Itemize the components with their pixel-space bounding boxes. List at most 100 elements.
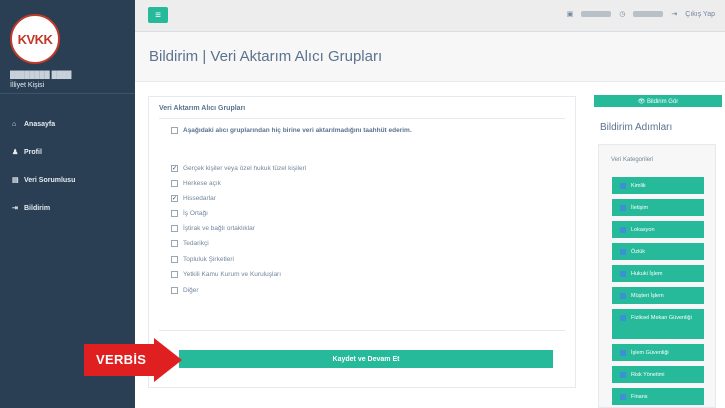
user-name: ████████ ████ [10,72,72,79]
time-redacted [633,11,664,17]
page-title: Bildirim | Veri Aktarım Alıcı Grupları [149,48,383,65]
step-icon [620,349,626,356]
step-label: Lokasyon [631,226,655,233]
option-label: Herkese açık [183,180,221,187]
step-risk-yonetimi[interactable]: Risk Yönetimi [612,366,704,383]
option-label: Diğer [183,287,199,294]
sidebar-item-bildirim[interactable]: ⇥ Bildirim [0,194,135,222]
sidebar-item-label: Anasayfa [24,120,56,128]
checkbox[interactable] [171,240,178,247]
option-row[interactable]: İştirak ve bağlı ortaklıklar [171,225,255,232]
sidebar-item-profil[interactable]: ♟ Profil [0,138,135,166]
declaration-checkbox-row[interactable]: Aşağıdaki alıcı gruplarından hiç birine … [171,127,412,134]
save-and-continue-button[interactable]: Kaydet ve Devam Et [179,350,553,368]
kvkk-logo[interactable]: KVKK [10,14,60,64]
checkbox[interactable] [171,271,178,278]
step-icon [620,182,626,189]
option-label: Tedarikçi [183,240,209,247]
sidebar-item-veri-sorumlusu[interactable]: ▤ Veri Sorumlusu [0,166,135,194]
sidebar-item-label: Veri Sorumlusu [24,176,76,184]
step-icon [620,270,626,277]
sidebar-item-anasayfa[interactable]: ⌂ Anasayfa [0,110,135,138]
option-row[interactable]: İş Ortağı [171,210,208,217]
signin-icon: ⇥ [12,205,18,212]
step-icon [620,371,626,378]
step-label: İşlem Güvenliği [631,349,669,356]
calendar-icon: ▣ [566,11,574,18]
top-nav: ≡ ▣ ◷ ⇥ Çıkış Yap [135,0,725,32]
page-header: Bildirim | Veri Aktarım Alıcı Grupları [135,32,725,82]
date-redacted [581,11,612,17]
step-label: Müşteri İşlem [631,292,664,299]
checkbox[interactable] [171,225,178,232]
logout-icon: ⇥ [671,11,678,18]
steps-title: Bildirim Adımları [600,122,673,133]
option-label: İş Ortağı [183,210,208,217]
step-icon [620,248,626,255]
option-label: Hissedarlar [183,195,216,202]
step-label: Fiziksel Mekan Güvenliği [631,315,692,321]
top-right-info: ▣ ◷ ⇥ Çıkış Yap [566,10,715,19]
step-kimlik[interactable]: Kimlik [612,177,704,194]
declaration-label: Aşağıdaki alıcı gruplarından hiç birine … [183,127,412,134]
checkbox[interactable] [171,256,178,263]
logo-text: KVKK [17,31,53,47]
steps-panel: Veri Kategorileri Kimlik İletişim Lokasy… [598,144,716,408]
step-label: Özlük [631,248,646,255]
checkbox-checked[interactable]: ✓ [171,165,178,172]
option-label: Yetkili Kamu Kurum ve Kuruluşları [183,271,282,278]
option-row[interactable]: Yetkili Kamu Kurum ve Kuruluşları [171,271,281,278]
checkbox[interactable] [171,287,178,294]
panel-divider [159,330,565,331]
user-icon: ♟ [12,149,19,156]
step-hukuki-islem[interactable]: Hukuki İşlem [612,265,704,282]
step-iletisim[interactable]: İletişim [612,199,704,216]
checkbox[interactable] [171,180,178,187]
step-fiziksel-mekan[interactable]: Fiziksel Mekan Güvenliği [612,309,704,339]
panel-divider [159,118,565,119]
step-lokasyon[interactable]: Lokasyon [612,221,704,238]
step-icon [620,226,626,233]
option-row[interactable]: ✓ Hissedarlar [171,195,216,202]
home-icon: ⌂ [12,120,17,128]
menu-toggle-button[interactable]: ≡ [148,7,168,23]
checkbox[interactable] [171,210,178,217]
option-label: Topluluk Şirketleri [183,256,234,263]
verbis-label: VERBİS [96,352,147,367]
option-row[interactable]: ✓ Gerçek kişiler veya özel hukuk tüzel k… [171,165,306,172]
step-label: İletişim [631,204,649,211]
sidebar-item-label: Bildirim [24,204,51,212]
view-notification-button[interactable]: 👁 Bildirim Gör [594,95,722,107]
option-label: Gerçek kişiler veya özel hukuk tüzel kiş… [183,165,307,172]
user-role: İlliyet Kişisi [10,82,45,89]
hamburger-icon: ≡ [155,9,161,21]
step-musteri-islem[interactable]: Müşteri İşlem [612,287,704,304]
step-icon [620,393,626,400]
option-row[interactable]: Tedarikçi [171,240,209,247]
sidebar-profile: KVKK ████████ ████ İlliyet Kişisi [0,0,135,93]
sidebar-nav: ⌂ Anasayfa ♟ Profil ▤ Veri Sorumlusu ⇥ B… [0,94,135,222]
step-icon [620,292,626,299]
step-finans[interactable]: Finans [612,388,704,405]
clock-icon: ◷ [619,11,626,18]
step-label: Hukuki İşlem [631,270,663,277]
panel-title: Veri Aktarım Alıcı Grupları [159,105,246,112]
step-icon [620,204,626,211]
sidebar-item-label: Profil [24,148,42,156]
book-icon: ▤ [12,177,19,184]
step-label: Finans [631,393,648,400]
step-icon [620,315,626,321]
option-row[interactable]: Diğer [171,287,199,294]
checkbox[interactable] [171,127,178,134]
step-label: Risk Yönetimi [631,371,665,378]
recipient-groups-panel: Veri Aktarım Alıcı Grupları Aşağıdaki al… [148,96,576,388]
checkbox-checked[interactable]: ✓ [171,195,178,202]
step-label: Kimlik [631,182,646,189]
option-row[interactable]: Herkese açık [171,180,221,187]
option-label: İştirak ve bağlı ortaklıklar [183,225,255,232]
logout-link[interactable]: Çıkış Yap [685,11,715,18]
categories-title: Veri Kategorileri [611,157,654,163]
step-ozluk[interactable]: Özlük [612,243,704,260]
step-islem-guvenligi[interactable]: İşlem Güvenliği [612,344,704,361]
option-row[interactable]: Topluluk Şirketleri [171,256,234,263]
